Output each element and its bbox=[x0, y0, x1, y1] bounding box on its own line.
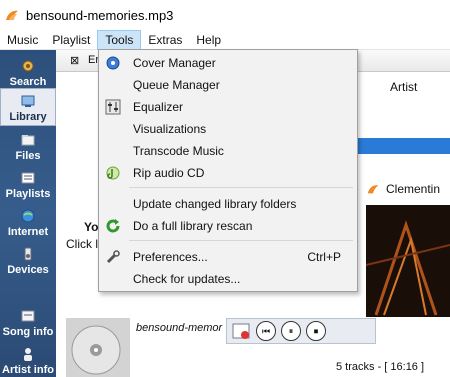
menu-separator bbox=[129, 240, 353, 241]
menu-item-queue-manager[interactable]: Queue Manager bbox=[99, 74, 357, 96]
globe-icon bbox=[21, 209, 35, 223]
menu-item-rip-audio-cd[interactable]: Rip audio CD bbox=[99, 162, 357, 184]
sidebar-item-label: Search bbox=[9, 76, 47, 88]
player-panel: bensound-memor ⏮ ⏸ ⏹ 5 tracks - [ 16:16 … bbox=[56, 318, 450, 377]
track-name: bensound-memor bbox=[136, 322, 223, 334]
toolbar-arrow-icon[interactable]: ⊠ bbox=[70, 54, 79, 67]
search-icon bbox=[22, 60, 34, 72]
menu-item-label: Rip audio CD bbox=[133, 166, 205, 180]
menu-item-label: Equalizer bbox=[133, 100, 184, 114]
menu-item-label: Do a full library rescan bbox=[133, 219, 253, 233]
album-artwork bbox=[366, 205, 450, 317]
sidebar-item-label: Playlists bbox=[5, 188, 51, 200]
cover-manager-icon bbox=[106, 56, 120, 70]
now-playing-label: Clementin bbox=[386, 182, 441, 196]
menu-item-label: Cover Manager bbox=[133, 56, 216, 70]
menu-item-full-rescan[interactable]: Do a full library rescan bbox=[99, 215, 357, 237]
menu-item-cover-manager[interactable]: Cover Manager bbox=[99, 52, 357, 74]
device-icon bbox=[24, 247, 32, 261]
previous-icon: ⏮ bbox=[261, 325, 271, 336]
menu-playlist[interactable]: Playlist bbox=[45, 30, 97, 50]
song-info-icon bbox=[21, 310, 35, 322]
menu-item-label: Preferences... bbox=[133, 250, 208, 264]
menu-help[interactable]: Help bbox=[189, 30, 228, 50]
menu-music[interactable]: Music bbox=[0, 30, 45, 50]
files-icon bbox=[21, 135, 35, 146]
stop-button[interactable]: ⏹ bbox=[306, 321, 326, 341]
selected-row[interactable] bbox=[356, 138, 450, 154]
window-title: bensound-memories.mp3 bbox=[26, 7, 174, 23]
album-thumbnail bbox=[66, 318, 130, 377]
sidebar: Search Library Files Playlists Internet … bbox=[0, 50, 56, 377]
playlists-icon bbox=[21, 172, 35, 184]
menu-item-shortcut: Ctrl+P bbox=[307, 250, 341, 264]
artist-column-header[interactable]: Artist bbox=[390, 80, 417, 94]
status-text: 5 tracks - [ 16:16 ] bbox=[336, 361, 425, 373]
tools-menu: Cover Manager Queue Manager Equalizer Vi… bbox=[98, 49, 358, 292]
sidebar-item-label: Devices bbox=[7, 264, 49, 276]
clementine-icon bbox=[367, 185, 379, 194]
sidebar-item-files[interactable]: Files bbox=[0, 126, 56, 164]
menu-item-label: Queue Manager bbox=[133, 78, 220, 92]
sidebar-item-artist-info[interactable]: Artist info bbox=[0, 340, 56, 377]
previous-button[interactable]: ⏮ bbox=[256, 321, 276, 341]
menu-item-label: Transcode Music bbox=[133, 144, 224, 158]
menu-item-label: Update changed library folders bbox=[133, 197, 297, 211]
sidebar-item-playlists[interactable]: Playlists bbox=[0, 164, 56, 202]
menu-item-check-updates[interactable]: Check for updates... bbox=[99, 268, 357, 290]
sidebar-item-song-info[interactable]: Song info bbox=[0, 302, 56, 340]
equalizer-icon bbox=[105, 99, 121, 115]
library-icon bbox=[21, 95, 35, 107]
title-bar: bensound-memories.mp3 bbox=[0, 0, 450, 30]
sidebar-item-library[interactable]: Library bbox=[0, 88, 56, 126]
sidebar-item-internet[interactable]: Internet bbox=[0, 202, 56, 240]
menu-bar: Music Playlist Tools Extras Help bbox=[0, 29, 450, 50]
artist-icon bbox=[24, 348, 32, 361]
menu-separator bbox=[129, 187, 353, 188]
menu-item-equalizer[interactable]: Equalizer bbox=[99, 96, 357, 118]
rescan-icon bbox=[106, 219, 120, 233]
menu-extras[interactable]: Extras bbox=[141, 30, 189, 50]
menu-item-preferences[interactable]: Preferences... Ctrl+P bbox=[99, 246, 357, 268]
sidebar-item-search[interactable]: Search bbox=[0, 52, 56, 90]
rip-cd-icon bbox=[106, 166, 120, 180]
hint-text: Click l bbox=[66, 237, 98, 251]
now-playing: Clementin bbox=[366, 180, 450, 198]
menu-item-update-library[interactable]: Update changed library folders bbox=[99, 193, 357, 215]
pause-icon: ⏸ bbox=[288, 325, 294, 336]
artwork-image bbox=[366, 205, 450, 317]
menu-item-label: Check for updates... bbox=[133, 272, 241, 286]
menu-item-visualizations[interactable]: Visualizations bbox=[99, 118, 357, 140]
app-logo-icon bbox=[6, 10, 18, 20]
sidebar-item-label: Files bbox=[15, 150, 41, 162]
menu-item-label: Visualizations bbox=[133, 122, 207, 136]
playback-controls: ⏮ ⏸ ⏹ bbox=[226, 318, 376, 344]
stop-icon: ⏹ bbox=[313, 325, 319, 336]
sidebar-item-label: Internet bbox=[7, 226, 49, 238]
sidebar-item-label: Artist info bbox=[2, 364, 54, 376]
playlist-edit-icon[interactable] bbox=[231, 321, 251, 341]
pause-button[interactable]: ⏸ bbox=[281, 321, 301, 341]
sidebar-item-devices[interactable]: Devices bbox=[0, 240, 56, 278]
sidebar-item-label: Library bbox=[9, 111, 47, 123]
cd-icon bbox=[66, 318, 130, 377]
preferences-icon bbox=[106, 250, 120, 264]
hint-title: Yo bbox=[84, 220, 99, 234]
menu-tools[interactable]: Tools bbox=[97, 29, 142, 50]
sidebar-item-label: Song info bbox=[2, 326, 54, 338]
menu-item-transcode-music[interactable]: Transcode Music bbox=[99, 140, 357, 162]
